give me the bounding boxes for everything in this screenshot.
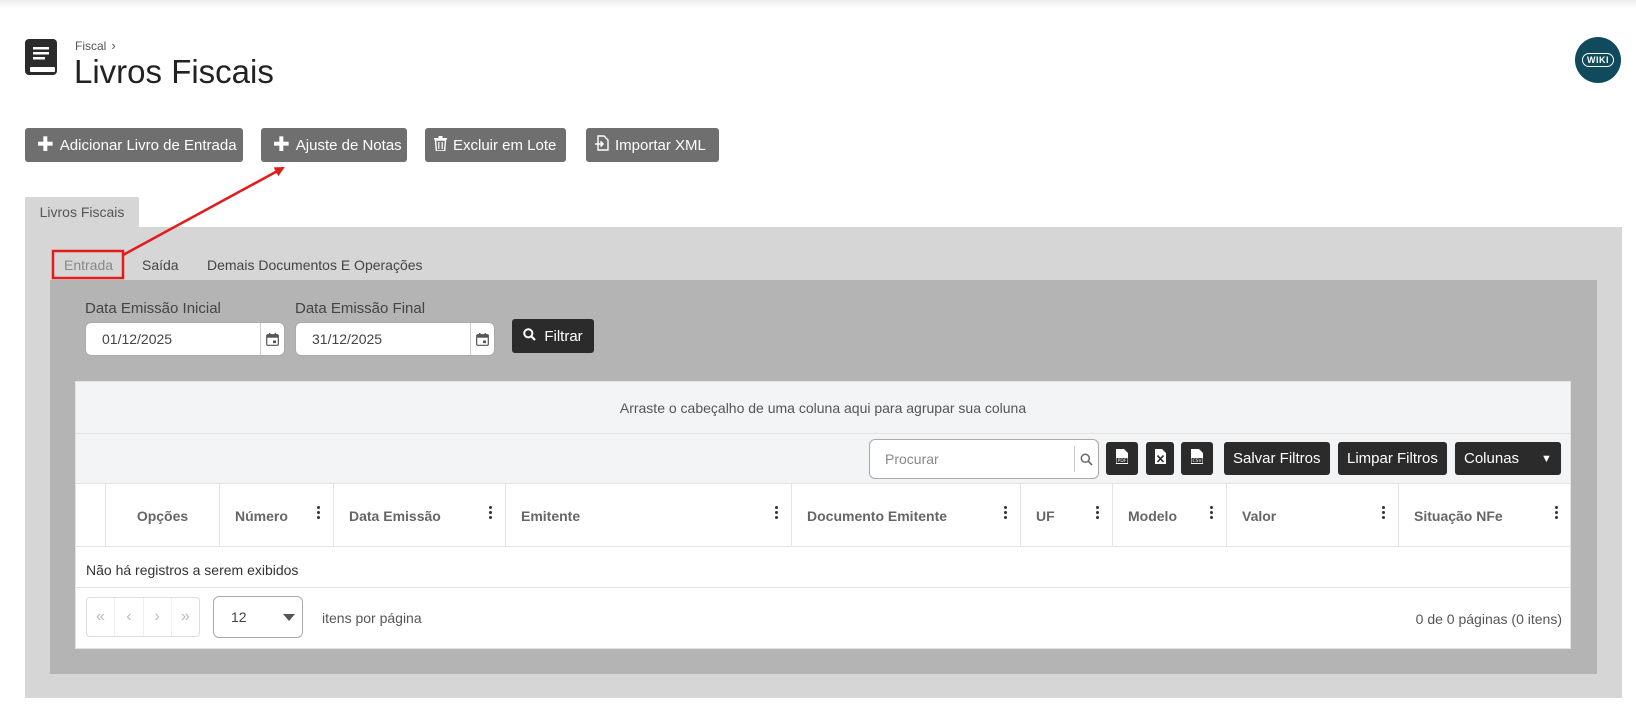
end-date-label: Data Emissão Final (295, 300, 426, 317)
search-input[interactable] (870, 440, 1074, 478)
page-size-select[interactable]: 12 (213, 596, 303, 638)
filter-button[interactable]: Filtrar (512, 319, 594, 353)
select-column-header (76, 484, 106, 547)
filter-label: Filtrar (544, 327, 583, 345)
column-menu-icon[interactable] (489, 506, 493, 521)
group-panel[interactable]: Arraste o cabeçalho de uma coluna aqui p… (76, 382, 1570, 434)
column-header-data-emissao[interactable]: Data Emissão (334, 484, 506, 547)
column-header-situacao-nfe[interactable]: Situação NFe (1399, 484, 1571, 547)
caret-down-icon: ▼ (1541, 452, 1552, 465)
start-date-value: 01/12/2025 (102, 331, 173, 347)
calendar-icon[interactable] (470, 323, 494, 355)
column-menu-icon[interactable] (1555, 506, 1559, 521)
caret-down-icon (283, 614, 295, 621)
pager: « ‹ › » (86, 597, 200, 637)
last-page-icon[interactable]: » (172, 598, 199, 636)
search-box (869, 439, 1099, 479)
save-filters-button[interactable]: Salvar Filtros (1224, 442, 1330, 475)
svg-text:PDF: PDF (1118, 458, 1127, 464)
plus-icon: ✚ (37, 134, 54, 156)
column-header-label: Opções (136, 507, 189, 524)
adjust-notes-label: Ajuste de Notas (295, 136, 402, 154)
add-entry-book-label: Adicionar Livro de Entrada (59, 136, 237, 154)
search-icon[interactable] (1074, 446, 1098, 472)
calendar-icon[interactable] (260, 323, 284, 355)
grid-toolbar: PDF CSV Salvar Filtros Limpar Filtros Co… (76, 434, 1570, 484)
column-header-label: Modelo (1128, 507, 1177, 524)
search-icon (523, 327, 537, 345)
end-date-value: 31/12/2025 (312, 331, 383, 347)
excel-export-button[interactable] (1146, 442, 1174, 475)
end-date-field[interactable]: 31/12/2025 (295, 322, 495, 356)
page-title: Livros Fiscais (74, 53, 274, 90)
column-menu-icon[interactable] (775, 506, 779, 521)
column-header-modelo[interactable]: Modelo (1113, 484, 1227, 547)
import-xml-label: Importar XML (615, 136, 706, 154)
clear-filters-button[interactable]: Limpar Filtros (1338, 442, 1447, 475)
top-shadow (0, 0, 1636, 8)
column-header-label: UF (1036, 507, 1055, 524)
column-header-valor[interactable]: Valor (1227, 484, 1399, 547)
columns-button[interactable]: Colunas ▼ (1455, 442, 1561, 475)
tab-livros-fiscais[interactable]: Livros Fiscais (25, 197, 139, 227)
column-menu-icon[interactable] (317, 506, 321, 521)
adjust-notes-button[interactable]: ✚ Ajuste de Notas (261, 128, 407, 162)
column-menu-icon[interactable] (1096, 506, 1100, 521)
plus-icon: ✚ (273, 134, 290, 156)
column-header-label: Situação NFe (1414, 507, 1503, 524)
excel-icon (1154, 448, 1167, 470)
column-header-emitente[interactable]: Emitente (506, 484, 792, 547)
trash-icon (434, 135, 447, 155)
tab-entrada[interactable]: Entrada (64, 257, 113, 273)
start-date-label: Data Emissão Inicial (85, 300, 221, 317)
column-menu-icon[interactable] (1210, 506, 1214, 521)
next-page-icon[interactable]: › (144, 598, 172, 636)
tab-demais-documentos[interactable]: Demais Documentos E Operações (207, 257, 423, 273)
wiki-button[interactable]: WIKI (1575, 37, 1621, 83)
empty-message: Não há registros a serem exibidos (86, 562, 299, 578)
page-info: 0 de 0 páginas (0 itens) (1415, 611, 1562, 627)
import-xml-button[interactable]: Importar XML (586, 128, 719, 162)
column-header-numero[interactable]: Número (220, 484, 334, 547)
columns-label: Colunas (1464, 450, 1520, 467)
column-header-documento-emitente[interactable]: Documento Emitente (792, 484, 1021, 547)
items-per-page-label: itens por página (322, 610, 422, 626)
breadcrumb-separator: › (111, 38, 116, 53)
breadcrumb: Fiscal › (75, 38, 116, 53)
column-menu-icon[interactable] (1382, 506, 1386, 521)
column-header-label: Data Emissão (349, 507, 441, 524)
pdf-icon: PDF (1115, 448, 1129, 470)
column-header-label: Documento Emitente (807, 507, 948, 524)
breadcrumb-fiscal[interactable]: Fiscal (75, 39, 106, 53)
batch-delete-button[interactable]: Excluir em Lote (425, 128, 566, 162)
add-entry-book-button[interactable]: ✚ Adicionar Livro de Entrada (25, 128, 243, 162)
column-menu-icon[interactable] (1004, 506, 1008, 521)
prev-page-icon[interactable]: ‹ (115, 598, 144, 636)
file-import-icon (595, 135, 609, 155)
wiki-label: WIKI (1582, 53, 1614, 67)
pdf-export-button[interactable]: PDF (1106, 442, 1138, 475)
data-grid: Arraste o cabeçalho de uma coluna aqui p… (75, 381, 1571, 649)
first-page-icon[interactable]: « (87, 598, 116, 636)
column-header-uf[interactable]: UF (1021, 484, 1113, 547)
pager-row: « ‹ › » 12 itens por página 0 de 0 págin… (76, 587, 1570, 649)
tab-saida[interactable]: Saída (142, 257, 179, 273)
page-size-value: 12 (231, 609, 247, 625)
table-header: Opções Número Data Emissão Emitente Docu… (76, 484, 1570, 547)
column-header-label: Número (235, 507, 288, 524)
svg-text:CSV: CSV (1192, 458, 1202, 464)
batch-delete-label: Excluir em Lote (453, 136, 557, 154)
column-header-label: Emitente (521, 507, 581, 524)
csv-export-button[interactable]: CSV (1181, 442, 1213, 475)
csv-icon: CSV (1190, 448, 1204, 470)
book-icon (24, 38, 58, 76)
column-header-opcoes[interactable]: Opções (106, 484, 220, 547)
column-header-label: Valor (1242, 507, 1277, 524)
start-date-field[interactable]: 01/12/2025 (85, 322, 285, 356)
